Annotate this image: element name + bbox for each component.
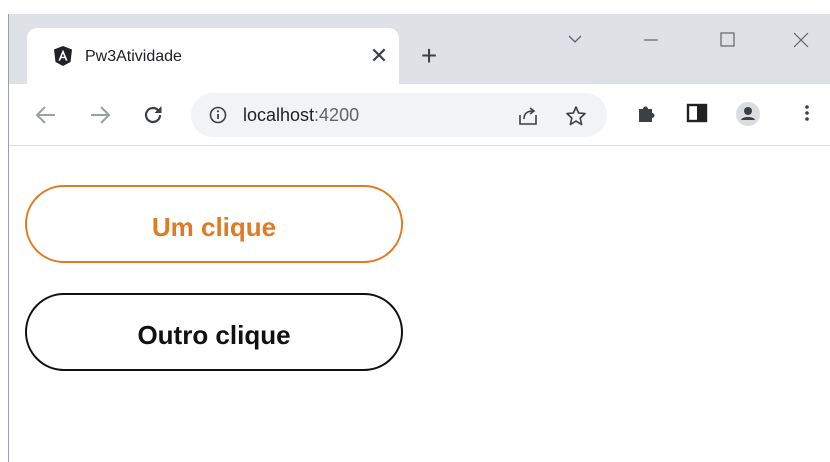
tab-title: Pw3Atividade	[85, 48, 182, 65]
url-text: localhost:4200	[243, 105, 359, 126]
tab-search-icon[interactable]	[555, 26, 595, 54]
outro-clique-button[interactable]: Outro clique	[25, 293, 403, 371]
site-info-icon[interactable]	[209, 106, 227, 124]
side-panel-icon[interactable]	[685, 101, 709, 125]
bookmark-star-icon[interactable]	[565, 105, 587, 127]
new-tab-button[interactable]: +	[414, 41, 444, 71]
tab-strip: Pw3Atividade ✕ +	[9, 14, 830, 84]
forward-arrow-icon[interactable]	[87, 102, 113, 128]
extensions-puzzle-icon[interactable]	[635, 101, 659, 125]
reload-icon[interactable]	[140, 102, 166, 128]
tab-pw3atividade[interactable]: Pw3Atividade ✕	[27, 28, 399, 84]
close-tab-icon[interactable]: ✕	[367, 44, 391, 68]
page-content: Um clique Outro clique	[9, 146, 830, 462]
desktop-edge	[0, 0, 8, 462]
menu-kebab-icon[interactable]	[795, 101, 819, 125]
back-arrow-icon[interactable]	[33, 102, 59, 128]
close-window-icon[interactable]	[781, 26, 821, 54]
url-port: :4200	[314, 105, 360, 125]
address-bar[interactable]: localhost:4200	[191, 93, 607, 137]
url-host: localhost	[243, 105, 315, 125]
um-clique-button[interactable]: Um clique	[25, 185, 403, 263]
maximize-icon[interactable]	[707, 26, 747, 54]
browser-toolbar: localhost:4200	[9, 84, 830, 146]
angular-logo-icon	[53, 46, 73, 66]
browser-window: Pw3Atividade ✕ + localhost:4200 Um cliqu…	[8, 14, 830, 462]
minimize-icon[interactable]	[631, 26, 671, 54]
share-icon[interactable]	[517, 105, 539, 127]
profile-avatar-icon[interactable]	[735, 101, 760, 126]
